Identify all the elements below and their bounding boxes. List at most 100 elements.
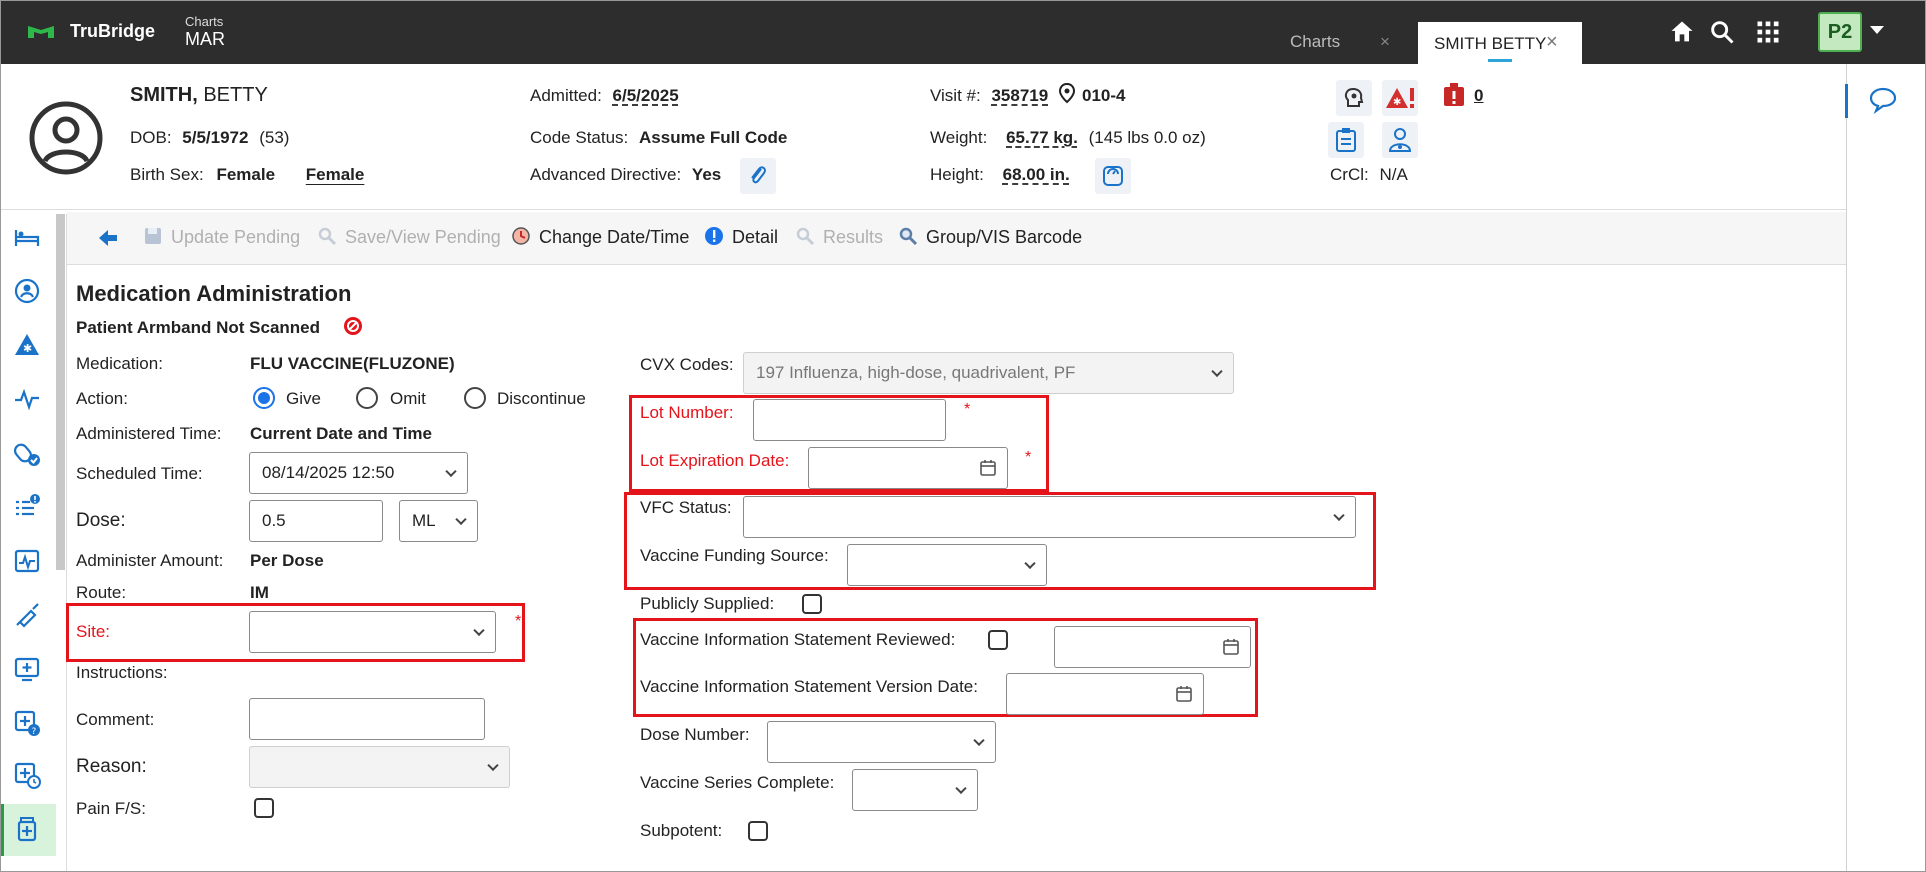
action-give-label[interactable]: Give — [286, 389, 321, 409]
care-team-button[interactable] — [1382, 122, 1418, 158]
cvx-codes-select[interactable]: 197 Influenza, high-dose, quadrivalent, … — [743, 352, 1234, 394]
reason-select[interactable] — [249, 746, 510, 788]
update-pending-button[interactable]: Update Pending — [143, 226, 300, 248]
dose-input[interactable]: 0.5 — [249, 500, 383, 542]
lot-number-label: Lot Number: — [640, 403, 734, 422]
home-icon[interactable] — [1668, 18, 1696, 46]
advanced-directive-value: Yes — [691, 165, 722, 184]
tab-active-indicator — [1488, 59, 1512, 62]
vis-reviewed-date-input[interactable] — [1054, 626, 1251, 668]
administer-amount-label: Administer Amount: — [76, 551, 224, 570]
dose-unit-select[interactable]: ML — [399, 500, 478, 542]
publicly-supplied-checkbox[interactable] — [802, 594, 822, 614]
chevron-down-icon[interactable] — [1870, 26, 1884, 34]
results-button[interactable]: Results — [795, 226, 883, 248]
content-divider — [66, 214, 67, 872]
series-complete-select[interactable] — [852, 769, 978, 811]
dose-value: 0.5 — [262, 511, 286, 530]
patient-name: SMITH, BETTY — [130, 84, 268, 107]
lot-number-input[interactable] — [753, 399, 946, 441]
bed-icon[interactable] — [12, 222, 42, 252]
calendar-icon[interactable] — [1222, 638, 1240, 656]
clinical-alerts-count[interactable]: 0 — [1474, 86, 1483, 106]
weight-label: Weight: — [930, 128, 988, 147]
top-bar: TruBridge Charts MAR Charts × SMITH BETT… — [0, 0, 1926, 64]
mar-medication-icon[interactable] — [12, 814, 42, 844]
calendar-icon[interactable] — [979, 459, 997, 477]
monitor-chart-icon[interactable] — [12, 546, 42, 576]
nav-scrollbar[interactable] — [56, 214, 65, 570]
height-value[interactable]: 68.00 in. — [1003, 165, 1070, 184]
reason-label: Reason: — [76, 756, 147, 777]
age-value: (53) — [259, 128, 290, 147]
action-omit-label[interactable]: Omit — [390, 389, 426, 409]
tab-patient[interactable]: SMITH BETTY × — [1418, 22, 1582, 64]
breadcrumb-parent[interactable]: Charts — [185, 14, 223, 29]
required-marker: * — [1025, 449, 1032, 466]
clinical-alerts-icon[interactable] — [1442, 82, 1466, 108]
orders-list-icon[interactable] — [12, 492, 42, 522]
syringe-icon[interactable] — [12, 600, 42, 630]
measurement-button[interactable] — [1095, 158, 1131, 194]
funding-source-select[interactable] — [847, 544, 1047, 586]
chevron-down-icon — [487, 759, 499, 772]
calendar-icon[interactable] — [1175, 685, 1193, 703]
dose-number-select[interactable] — [767, 721, 996, 763]
add-schedule-icon[interactable] — [12, 760, 42, 790]
clipboard-button[interactable] — [1328, 122, 1364, 158]
save-view-pending-button[interactable]: Save/View Pending — [317, 226, 501, 248]
add-question-icon[interactable]: ? — [12, 708, 42, 738]
dose-unit-value: ML — [412, 511, 436, 530]
detail-label: Detail — [732, 227, 779, 247]
required-marker: * — [964, 401, 971, 418]
back-arrow-icon[interactable] — [97, 228, 119, 248]
user-avatar[interactable]: P2 — [1818, 12, 1862, 52]
tab-charts-close-icon[interactable]: × — [1380, 32, 1390, 52]
change-date-time-label: Change Date/Time — [539, 227, 690, 247]
site-select[interactable] — [249, 611, 496, 653]
group-vis-barcode-label: Group/VIS Barcode — [926, 227, 1083, 247]
vis-reviewed-checkbox[interactable] — [988, 630, 1008, 650]
admitted-value[interactable]: 6/5/2025 — [613, 86, 679, 105]
lot-expiration-date-input[interactable] — [808, 447, 1008, 489]
tab-patient-close-icon[interactable]: × — [1546, 31, 1558, 54]
action-omit-radio[interactable] — [356, 387, 378, 409]
add-monitor-icon[interactable] — [12, 654, 42, 684]
weight-value[interactable]: 65.77 kg. — [1006, 128, 1078, 147]
action-discontinue-radio[interactable] — [464, 387, 486, 409]
group-vis-barcode-button[interactable]: Group/VIS Barcode — [898, 226, 1082, 248]
visit-value[interactable]: 358719 — [991, 86, 1048, 105]
svg-text:✱: ✱ — [1393, 97, 1401, 108]
apps-grid-icon[interactable] — [1754, 18, 1782, 46]
vis-version-date-label: Vaccine Information Statement Version Da… — [640, 677, 978, 696]
vitals-icon[interactable] — [12, 384, 42, 414]
chat-icon[interactable] — [1868, 86, 1898, 114]
allergy-profile-button[interactable] — [1336, 80, 1372, 116]
info-icon — [705, 227, 723, 245]
vis-version-date-input[interactable] — [1006, 673, 1204, 715]
scale-icon — [1103, 166, 1123, 186]
patient-header: SMITH, BETTY DOB: 5/5/1972 (53) Birth Se… — [0, 64, 1846, 210]
vfc-status-select[interactable] — [743, 496, 1356, 538]
tab-charts[interactable]: Charts — [1290, 32, 1340, 52]
attachment-button[interactable] — [740, 158, 776, 194]
nav-active-bar — [0, 804, 4, 856]
medication-check-icon[interactable] — [12, 438, 42, 468]
search-icon[interactable] — [1708, 18, 1736, 46]
change-date-time-button[interactable]: Change Date/Time — [511, 226, 689, 248]
patient-profile-icon[interactable] — [12, 276, 42, 306]
alert-triangle-icon[interactable]: ✱ — [12, 330, 42, 360]
action-give-radio[interactable] — [253, 387, 275, 409]
subpotent-checkbox[interactable] — [748, 821, 768, 841]
medical-alert-button[interactable]: ✱ — [1382, 80, 1418, 116]
action-discontinue-label[interactable]: Discontinue — [497, 389, 586, 409]
scheduled-time-select[interactable]: 08/14/2025 12:50 — [249, 452, 468, 494]
not-scanned-icon — [344, 317, 362, 335]
pain-checkbox[interactable] — [254, 798, 274, 818]
gender-link[interactable]: Female — [306, 165, 365, 184]
comment-input[interactable] — [249, 698, 485, 740]
location-pin-icon — [1058, 82, 1076, 104]
crcl-value: N/A — [1379, 165, 1408, 184]
detail-button[interactable]: Detail — [704, 226, 778, 248]
action-label: Action: — [76, 389, 128, 408]
